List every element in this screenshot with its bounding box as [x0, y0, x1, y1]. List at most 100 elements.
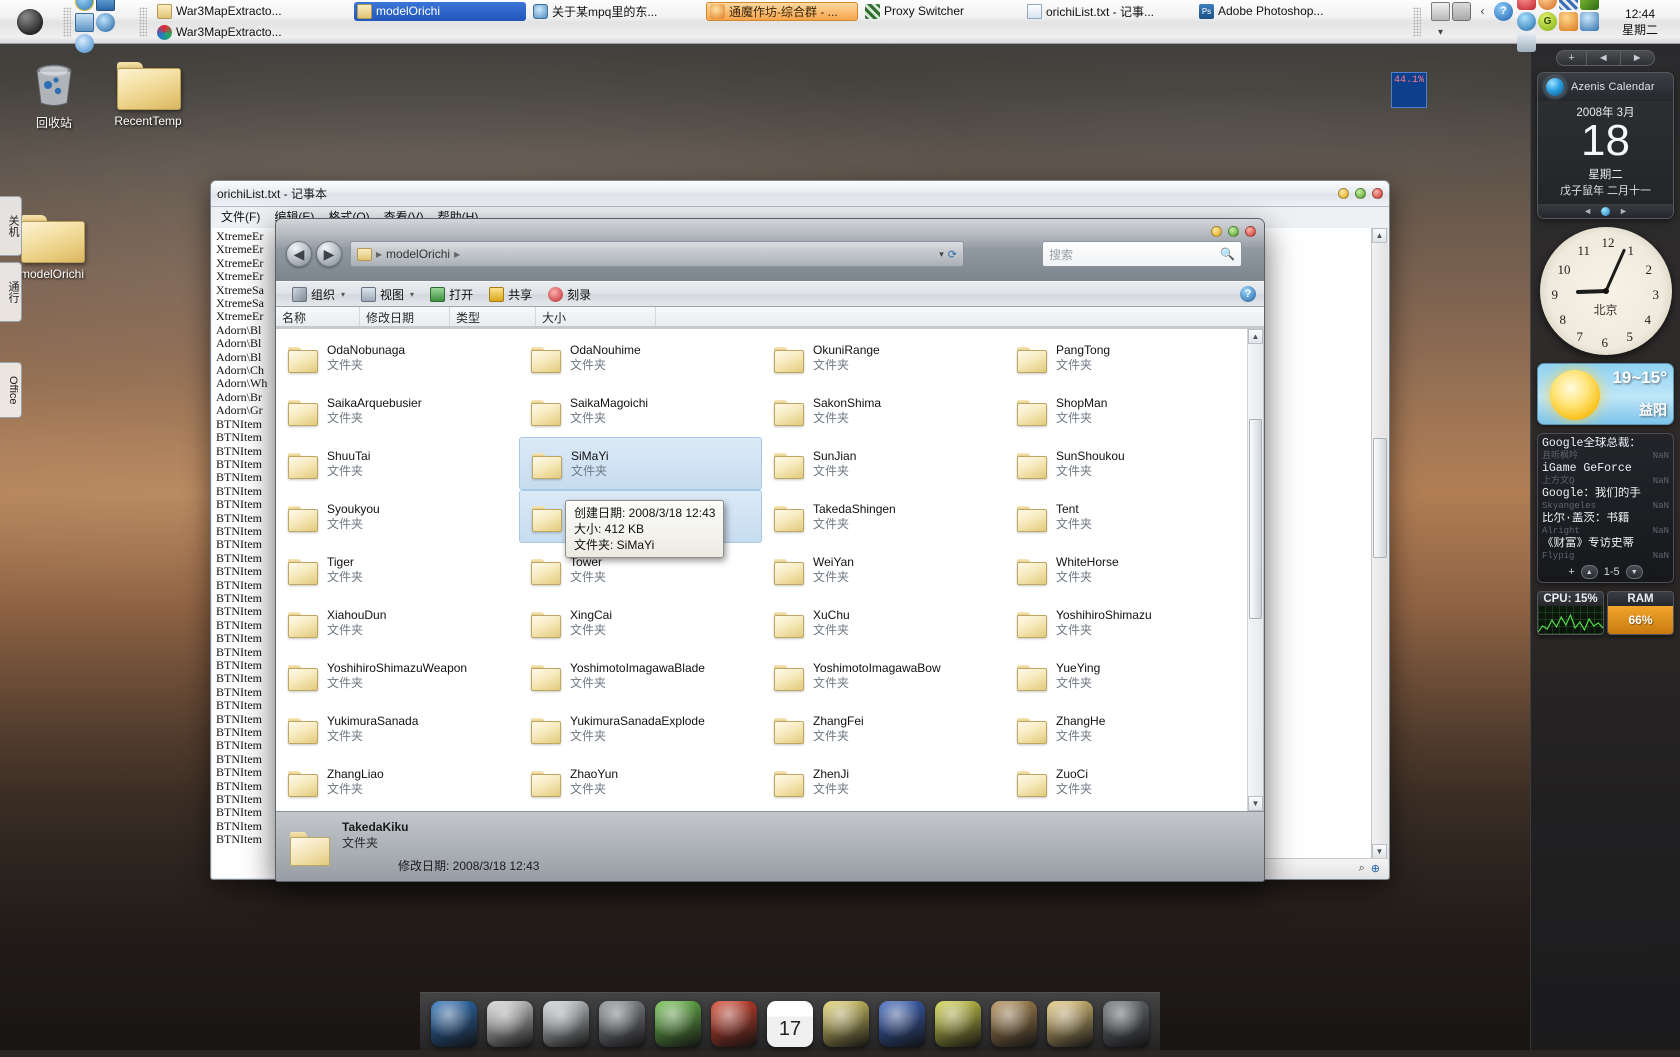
sidebar-next-button[interactable]: ►: [1621, 51, 1654, 65]
itunes-icon[interactable]: [75, 34, 94, 53]
help-icon[interactable]: ?: [1494, 1, 1513, 21]
sidebar-add-gadget-button[interactable]: +: [1557, 51, 1587, 65]
news-item[interactable]: 比尔·盖茨：书籍 Alright NaN: [1542, 512, 1669, 537]
calendar-icon[interactable]: 17: [767, 1001, 813, 1047]
file-list-item[interactable]: WhiteHorse 文件夹: [1005, 543, 1248, 596]
rabbit-icon[interactable]: [991, 1001, 1037, 1047]
weather-gadget[interactable]: 19~15° 益阳: [1537, 363, 1674, 425]
file-list-item[interactable]: ZhangHe 文件夹: [1005, 702, 1248, 755]
nvidia-icon[interactable]: [1580, 0, 1599, 10]
burn-button[interactable]: 刻录: [540, 284, 599, 305]
google-icon[interactable]: G: [1538, 12, 1557, 31]
side-tab-power[interactable]: 关机: [0, 196, 22, 256]
file-list-item[interactable]: TakedaShingen 文件夹: [762, 490, 1005, 543]
shield-icon[interactable]: [1517, 0, 1536, 10]
file-list-item[interactable]: WeiYan 文件夹: [762, 543, 1005, 596]
close-button[interactable]: [1245, 226, 1256, 237]
breadcrumb-current[interactable]: modelOrichi: [386, 247, 450, 261]
file-list-item[interactable]: OdaNouhime 文件夹: [519, 331, 762, 384]
task-button[interactable]: 关于某mpq里的东...: [530, 2, 702, 21]
close-button[interactable]: [1372, 188, 1383, 199]
news-prev-button[interactable]: ▲: [1580, 565, 1598, 579]
task-button[interactable]: War3MapExtracto...: [154, 2, 350, 21]
feather-icon[interactable]: [543, 1001, 589, 1047]
menu-file[interactable]: 文件(F): [221, 208, 260, 226]
file-list-item[interactable]: Syoukyou 文件夹: [276, 490, 519, 543]
folder-icon[interactable]: [1047, 1001, 1093, 1047]
maximize-button[interactable]: [1355, 188, 1366, 199]
firefox-icon[interactable]: [711, 1001, 757, 1047]
views-button[interactable]: 视图 ▾: [353, 284, 422, 305]
column-name[interactable]: 名称: [276, 307, 360, 326]
file-list-item[interactable]: YukimuraSanadaExplode 文件夹: [519, 702, 762, 755]
news-gadget[interactable]: Google全球总裁： 且听枫吟 NaN iGame GeForce 上方文Q NaN Go…: [1537, 433, 1674, 583]
task-button-qq-group[interactable]: 通魔作坊-综合群 - ...: [706, 1, 858, 21]
notepad-titlebar[interactable]: orichiList.txt - 记事本: [211, 181, 1389, 207]
speaker-icon[interactable]: [1517, 33, 1536, 52]
news-item[interactable]: iGame GeForce 上方文Q NaN: [1542, 462, 1669, 487]
toolbar-grip-2[interactable]: [139, 6, 147, 37]
calendar-today-icon[interactable]: [1601, 206, 1610, 216]
calendar-gadget[interactable]: Azenis Calendar 2008年 3月 18 星期二 戊子鼠年 二月十…: [1537, 72, 1674, 219]
file-list-item[interactable]: Tent 文件夹: [1005, 490, 1248, 543]
task-button-active[interactable]: modelOrichi: [354, 1, 526, 21]
file-list-item[interactable]: SunShoukou 文件夹: [1005, 437, 1248, 490]
safari-icon[interactable]: [487, 1001, 533, 1047]
chevron-left-icon[interactable]: ‹: [1473, 2, 1492, 21]
file-list-item[interactable]: ZhangFei 文件夹: [762, 702, 1005, 755]
file-list-item[interactable]: ShuuTai 文件夹: [276, 437, 519, 490]
column-type[interactable]: 类型: [450, 307, 536, 326]
news-item[interactable]: Google：我们的手 Skyangeles NaN: [1542, 487, 1669, 512]
cascade-icon[interactable]: [1452, 1, 1471, 21]
minimize-button[interactable]: [1211, 226, 1222, 237]
file-list-item[interactable]: YueYing 文件夹: [1005, 649, 1248, 702]
file-list-item[interactable]: XingCai 文件夹: [519, 596, 762, 649]
explorer-scrollbar[interactable]: ▲ ▼: [1247, 329, 1263, 811]
task-button[interactable]: orichiList.txt - 记事...: [1024, 2, 1192, 21]
internet-explorer-icon[interactable]: [75, 0, 94, 11]
chevron-down-icon[interactable]: ▾: [1431, 23, 1450, 42]
news-item[interactable]: Google全球总裁： 且听枫吟 NaN: [1542, 437, 1669, 462]
address-bar[interactable]: ▸ modelOrichi ▸ ▾ ⟳: [350, 241, 964, 267]
file-list-item[interactable]: YoshimotoImagawaBlade 文件夹: [519, 649, 762, 702]
organize-button[interactable]: 组织 ▾: [284, 284, 353, 305]
antivirus-icon[interactable]: [1517, 12, 1536, 31]
file-list-item[interactable]: ZhangLiao 文件夹: [276, 755, 519, 808]
maximize-button[interactable]: [1228, 226, 1239, 237]
refresh-icon[interactable]: ⟳: [948, 248, 957, 261]
file-list-item[interactable]: SakonShima 文件夹: [762, 384, 1005, 437]
keyboard-icon[interactable]: [1431, 1, 1450, 21]
desktop-icon-recycle-bin[interactable]: 回收站: [6, 52, 102, 131]
wave-icon[interactable]: [879, 1001, 925, 1047]
news-add-button[interactable]: +: [1568, 566, 1574, 578]
search-icon[interactable]: 🔍: [1220, 247, 1235, 261]
explorer-titlebar[interactable]: ◀ ▶ ▸ modelOrichi ▸ ▾ ⟳ 搜索 🔍: [276, 219, 1264, 281]
task-button[interactable]: Proxy Switcher: [862, 2, 1020, 21]
file-list-item[interactable]: SunJian 文件夹: [762, 437, 1005, 490]
calendar-prev-icon[interactable]: ◄: [1583, 206, 1592, 216]
desktop-icon-recenttemp[interactable]: RecentTemp: [100, 52, 196, 128]
help-icon[interactable]: ?: [1240, 286, 1256, 302]
start-button[interactable]: [0, 0, 60, 43]
task-button[interactable]: Ps Adobe Photoshop...: [1196, 2, 1366, 21]
network-icon[interactable]: [1580, 12, 1599, 31]
volume-icon[interactable]: [1559, 12, 1578, 31]
switch-window-icon[interactable]: [75, 13, 94, 32]
file-list[interactable]: OdaNobunaga 文件夹 OdaNouhime 文件夹 OkuniRange 文件夹…: [276, 329, 1248, 811]
notepad-scrollbar[interactable]: ▲ ▼: [1371, 228, 1388, 859]
share-button[interactable]: 共享: [481, 284, 540, 305]
forward-button[interactable]: ▶: [316, 241, 342, 267]
zoom-out-icon[interactable]: ⌕: [1359, 862, 1365, 875]
toolbar-grip[interactable]: [63, 6, 71, 37]
file-list-item[interactable]: XiahouDun 文件夹: [276, 596, 519, 649]
file-list-item[interactable]: ShopMan 文件夹: [1005, 384, 1248, 437]
sidebar-prev-button[interactable]: ◄: [1587, 51, 1621, 65]
file-list-item[interactable]: Tiger 文件夹: [276, 543, 519, 596]
chart-icon[interactable]: [823, 1001, 869, 1047]
taskbar-clock[interactable]: 12:44 星期二: [1602, 6, 1674, 38]
performance-gadget[interactable]: CPU: 15% RAM 66%: [1537, 591, 1674, 635]
show-desktop-icon[interactable]: [96, 0, 115, 11]
back-button[interactable]: ◀: [286, 241, 312, 267]
minimize-button[interactable]: [1338, 188, 1349, 199]
file-list-item[interactable]: SaikaMagoichi 文件夹: [519, 384, 762, 437]
